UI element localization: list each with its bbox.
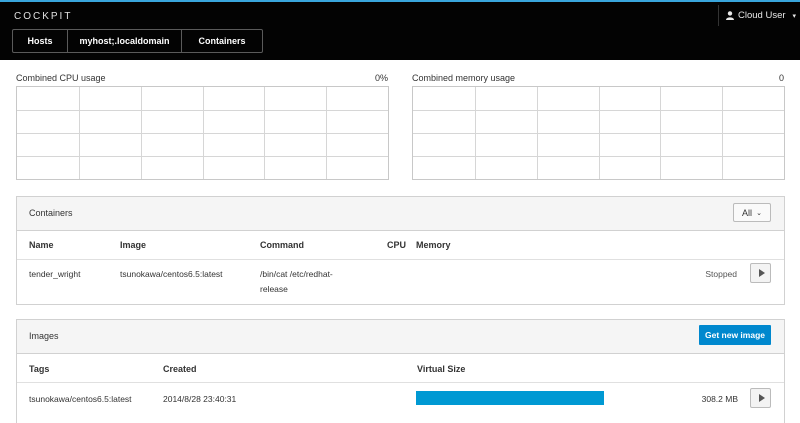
play-icon bbox=[758, 269, 765, 277]
header-divider bbox=[17, 382, 784, 383]
images-panel: Images Get new image Tags Created Virtua… bbox=[16, 319, 785, 423]
breadcrumb: Hosts myhost;.localdomain Containers bbox=[12, 29, 263, 53]
user-icon bbox=[726, 11, 734, 20]
container-command-line1: /bin/cat /etc/redhat- bbox=[260, 269, 333, 279]
run-image-button[interactable] bbox=[750, 388, 771, 408]
play-icon bbox=[758, 394, 765, 402]
memory-usage-value: 0 bbox=[778, 73, 784, 83]
cpu-usage-label: Combined CPU usage bbox=[16, 73, 106, 83]
grid-line bbox=[413, 156, 784, 157]
user-name: Cloud User bbox=[738, 10, 786, 21]
containers-panel-header: Containers All ⌄ bbox=[17, 197, 784, 231]
breadcrumb-containers[interactable]: Containers bbox=[182, 30, 262, 52]
containers-filter-value: All bbox=[742, 207, 753, 218]
grid-line bbox=[17, 133, 388, 134]
col-virtual-size: Virtual Size bbox=[417, 364, 466, 374]
col-name: Name bbox=[29, 240, 54, 250]
col-memory: Memory bbox=[416, 240, 451, 250]
grid-line bbox=[413, 110, 784, 111]
images-title: Images bbox=[29, 331, 59, 341]
containers-filter-dropdown[interactable]: All ⌄ bbox=[733, 203, 771, 222]
images-panel-header: Images Get new image bbox=[17, 320, 784, 354]
breadcrumb-hosts[interactable]: Hosts bbox=[13, 30, 68, 52]
chevron-down-icon: ▾ bbox=[792, 12, 797, 20]
memory-usage-graph bbox=[412, 86, 785, 180]
start-container-button[interactable] bbox=[750, 263, 771, 283]
chevron-down-icon: ⌄ bbox=[756, 209, 762, 217]
top-navbar: COCKPIT Cloud User ▾ Hosts myhost;.local… bbox=[0, 0, 800, 60]
cpu-usage-graph bbox=[16, 86, 389, 180]
col-created: Created bbox=[163, 364, 197, 374]
col-command: Command bbox=[260, 240, 305, 250]
virtual-size-bar bbox=[416, 391, 604, 405]
col-tags: Tags bbox=[29, 364, 50, 374]
get-new-image-button[interactable]: Get new image bbox=[699, 325, 771, 345]
memory-usage-label: Combined memory usage bbox=[412, 73, 516, 83]
container-command-line2: release bbox=[260, 284, 288, 294]
user-menu[interactable]: Cloud User ▾ bbox=[718, 5, 800, 26]
brand-logo: COCKPIT bbox=[14, 11, 73, 22]
container-image: tsunokawa/centos6.5:latest bbox=[120, 269, 223, 279]
container-status: Stopped bbox=[705, 269, 737, 279]
grid-line bbox=[17, 156, 388, 157]
col-cpu: CPU bbox=[387, 240, 407, 250]
grid-line bbox=[413, 133, 784, 134]
image-size: 308.2 MB bbox=[701, 394, 738, 404]
cpu-usage-value: 0% bbox=[374, 73, 388, 83]
image-created: 2014/8/28 23:40:31 bbox=[163, 394, 237, 404]
accent-line bbox=[0, 0, 800, 2]
header-divider bbox=[17, 259, 784, 260]
container-name[interactable]: tender_wright bbox=[29, 269, 81, 279]
grid-line bbox=[17, 110, 388, 111]
containers-title: Containers bbox=[29, 208, 73, 218]
col-image: Image bbox=[120, 240, 147, 250]
image-tag[interactable]: tsunokawa/centos6.5:latest bbox=[29, 394, 132, 404]
breadcrumb-host[interactable]: myhost;.localdomain bbox=[68, 30, 182, 52]
containers-panel: Containers All ⌄ Name Image Command CPU … bbox=[16, 196, 785, 305]
